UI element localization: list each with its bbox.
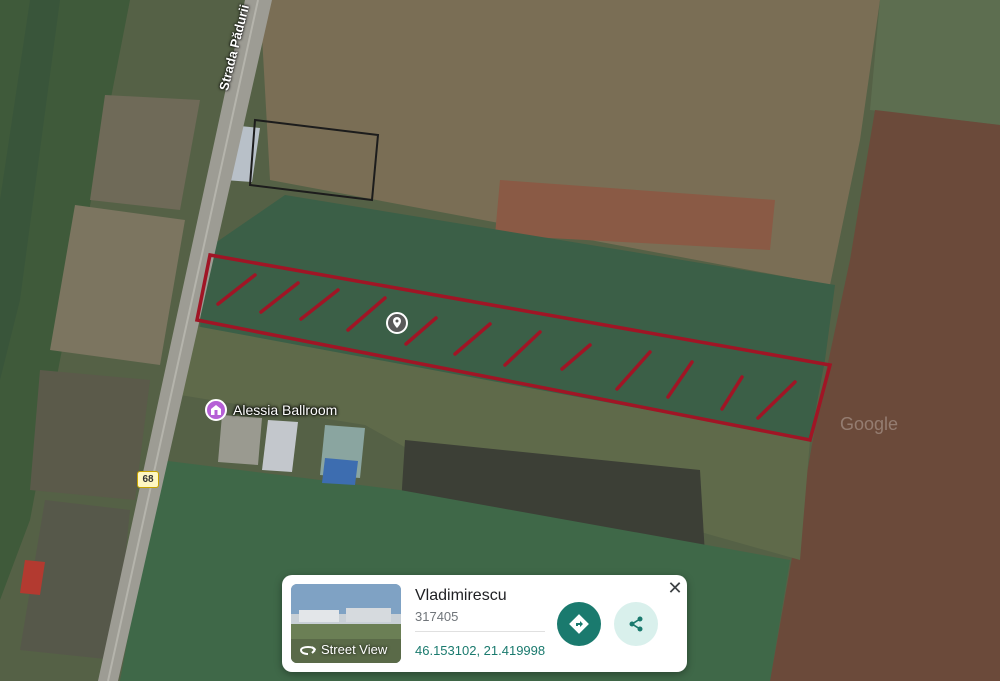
divider bbox=[415, 631, 545, 632]
venue-pin-icon bbox=[205, 399, 227, 421]
street-view-label: Street View bbox=[321, 642, 388, 657]
field-top-right bbox=[870, 0, 1000, 125]
route-shield: 68 bbox=[137, 471, 159, 488]
street-view-icon bbox=[300, 645, 316, 655]
map-pin-icon[interactable] bbox=[386, 312, 408, 334]
poi-alessia-ballroom[interactable]: Alessia Ballroom bbox=[205, 399, 337, 421]
coordinates-text[interactable]: 46.153102, 21.419998 bbox=[415, 643, 545, 658]
postal-code: 317405 bbox=[415, 609, 459, 624]
street-view-thumbnail[interactable]: Street View bbox=[291, 584, 401, 663]
place-card: Street View Vladimirescu 317405 46.15310… bbox=[282, 575, 687, 672]
directions-button[interactable] bbox=[557, 602, 601, 646]
poi-label: Alessia Ballroom bbox=[233, 402, 338, 418]
close-button[interactable]: ✕ bbox=[666, 579, 684, 597]
share-button[interactable] bbox=[614, 602, 658, 646]
street-view-button[interactable]: Street View bbox=[299, 642, 387, 657]
directions-icon bbox=[569, 614, 589, 634]
map-watermark: Google bbox=[840, 414, 899, 434]
share-icon bbox=[629, 616, 643, 632]
place-name: Vladimirescu bbox=[415, 587, 507, 604]
